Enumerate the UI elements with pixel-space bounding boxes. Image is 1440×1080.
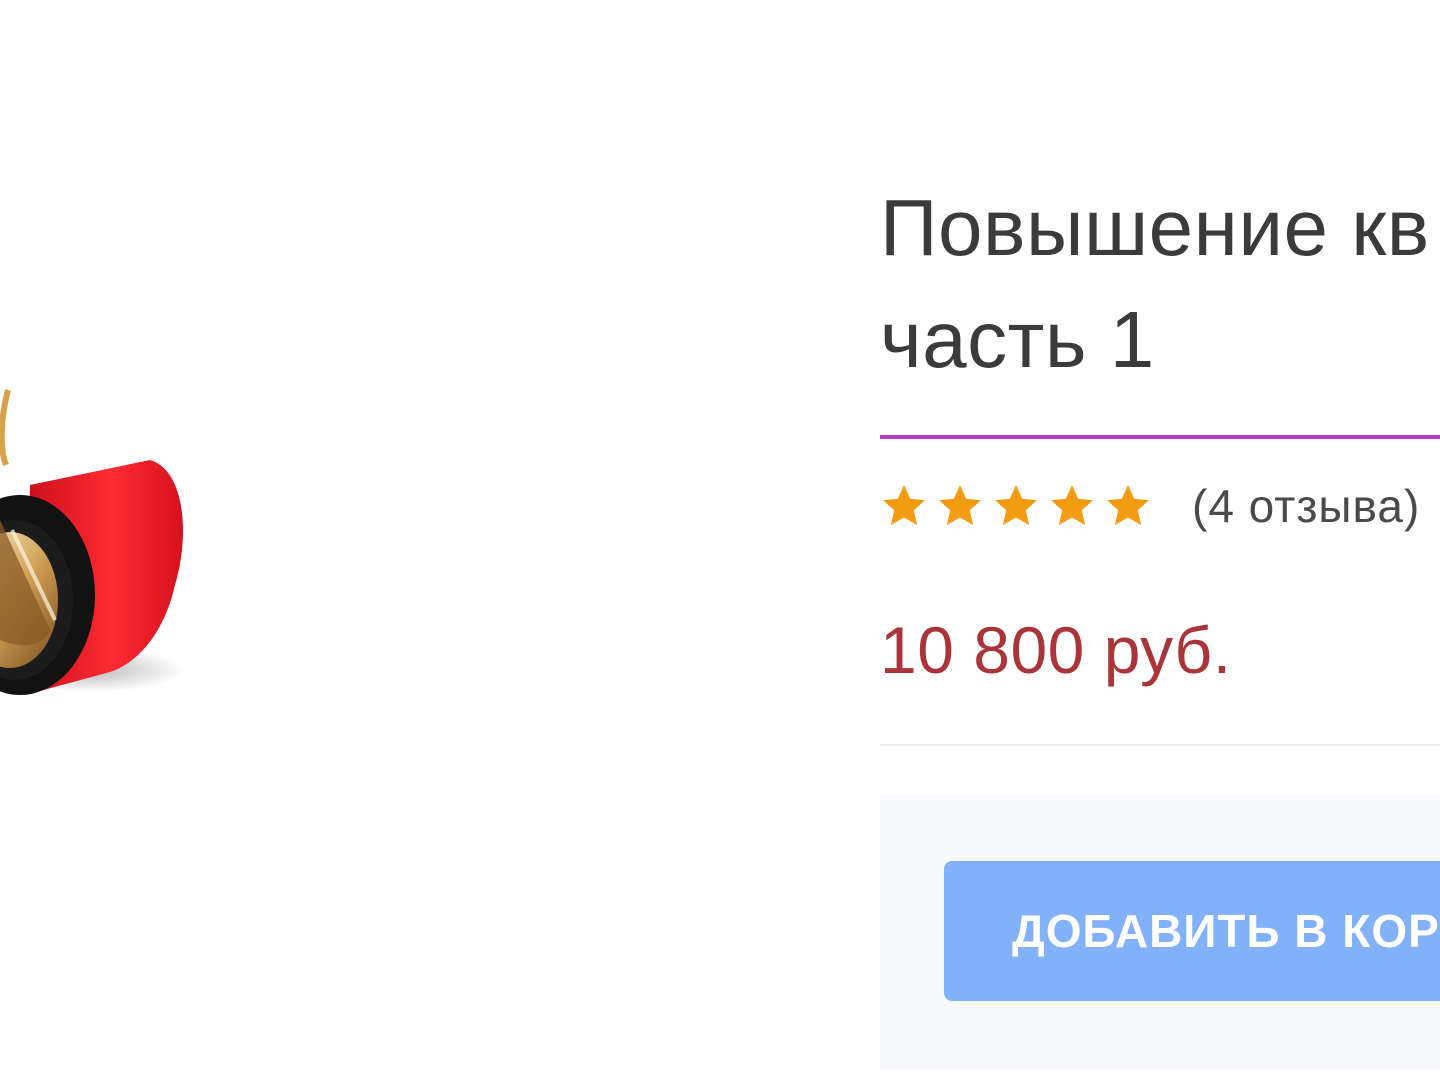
product-page: Повышение кв часть 1 (4 отзыва) 10 800 р… [0,0,1440,1080]
star-rating[interactable] [880,482,1152,530]
adhesive-tape-roll-icon [0,389,185,695]
star-icon [1107,485,1149,525]
product-price: 10 800 руб. [880,613,1232,687]
price-divider [880,744,1440,746]
product-title: Повышение кв часть 1 [880,183,1430,384]
star-icon [883,485,925,525]
reviews-count-link[interactable]: (4 отзыва) [1192,479,1420,533]
rating-row: (4 отзыва) [880,478,1420,534]
title-divider [880,435,1440,439]
product-image[interactable] [0,300,200,720]
product-info: Повышение кв часть 1 (4 отзыва) 10 800 р… [880,0,1440,1080]
add-to-cart-button[interactable]: ДОБАВИТЬ В КОРЗ [944,861,1440,1001]
star-icon [939,485,981,525]
cart-panel: ДОБАВИТЬ В КОРЗ [880,795,1440,1070]
star-icon [1051,485,1093,525]
star-icon [995,485,1037,525]
